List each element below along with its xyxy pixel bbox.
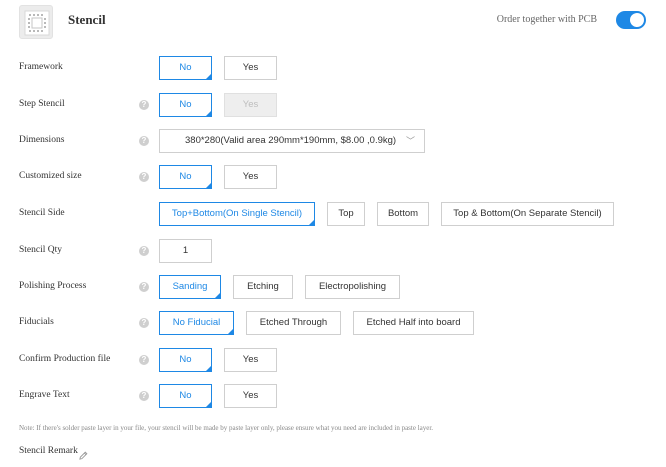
customized-size-yes-option[interactable]: Yes [224, 165, 277, 189]
framework-label: Framework [19, 62, 63, 72]
customized-size-no-option[interactable]: No [159, 165, 212, 189]
row-customized-size: Customized size ? No Yes [0, 165, 666, 189]
polishing-process-label: Polishing Process [19, 281, 87, 291]
confirm-production-file-label: Confirm Production file [19, 354, 111, 364]
fiducials-label: Fiducials [19, 317, 54, 327]
stencil-qty-label: Stencil Qty [19, 245, 63, 255]
step-stencil-no-option[interactable]: No [159, 93, 212, 117]
row-stencil-side: Stencil Side Top+Bottom(On Single Stenci… [0, 202, 666, 226]
stencil-qty-input[interactable]: 1 [159, 239, 212, 263]
row-stencil-qty: Stencil Qty ? 1 [0, 239, 666, 263]
stencil-side-top-bottom-separate-option[interactable]: Top & Bottom(On Separate Stencil) [441, 202, 614, 226]
chevron-down-icon: ﹀ [405, 136, 415, 146]
engrave-text-label: Engrave Text [19, 390, 70, 400]
dimensions-value: 380*280(Valid area 290mm*190mm, $8.00 ,0… [185, 135, 397, 146]
row-dimensions: Dimensions ? 380*280(Valid area 290mm*19… [0, 129, 666, 153]
row-step-stencil: Step Stencil ? No Yes [0, 93, 666, 117]
row-framework: Framework No Yes [0, 56, 666, 80]
order-together-toggle[interactable] [616, 11, 646, 29]
help-icon[interactable]: ? [139, 355, 149, 365]
fiducials-etched-half-option[interactable]: Etched Half into board [353, 311, 474, 335]
step-stencil-label: Step Stencil [19, 99, 65, 109]
polishing-electropolishing-option[interactable]: Electropolishing [305, 275, 400, 299]
polishing-etching-option[interactable]: Etching [233, 275, 293, 299]
paste-layer-note: Note: If there's solder paste layer in y… [19, 424, 434, 432]
help-icon[interactable]: ? [139, 282, 149, 292]
fiducials-etched-through-option[interactable]: Etched Through [246, 311, 341, 335]
polishing-sanding-option[interactable]: Sanding [159, 275, 221, 299]
stencil-side-top-option[interactable]: Top [327, 202, 365, 226]
stencil-icon [19, 5, 53, 39]
dimensions-select[interactable]: 380*280(Valid area 290mm*190mm, $8.00 ,0… [159, 129, 425, 153]
help-icon[interactable]: ? [139, 318, 149, 328]
toggle-knob [630, 13, 644, 27]
stencil-side-label: Stencil Side [19, 208, 65, 218]
help-icon[interactable]: ? [139, 391, 149, 401]
confirm-production-no-option[interactable]: No [159, 348, 212, 372]
dimensions-label: Dimensions [19, 135, 65, 145]
page-title: Stencil [68, 12, 106, 27]
help-icon[interactable]: ? [139, 100, 149, 110]
stencil-remark-label: Stencil Remark [19, 446, 78, 456]
framework-yes-option[interactable]: Yes [224, 56, 277, 80]
step-stencil-yes-option: Yes [224, 93, 277, 117]
help-icon[interactable]: ? [139, 246, 149, 256]
help-icon[interactable]: ? [139, 172, 149, 182]
row-fiducials: Fiducials ? No Fiducial Etched Through E… [0, 311, 666, 335]
confirm-production-yes-option[interactable]: Yes [224, 348, 277, 372]
row-confirm-production-file: Confirm Production file ? No Yes [0, 348, 666, 372]
customized-size-label: Customized size [19, 171, 82, 181]
row-engrave-text: Engrave Text ? No Yes [0, 384, 666, 408]
framework-no-option[interactable]: No [159, 56, 212, 80]
help-icon[interactable]: ? [139, 136, 149, 146]
stencil-side-top-bottom-single-option[interactable]: Top+Bottom(On Single Stencil) [159, 202, 315, 226]
stencil-side-bottom-option[interactable]: Bottom [377, 202, 429, 226]
row-polishing-process: Polishing Process ? Sanding Etching Elec… [0, 275, 666, 299]
engrave-text-yes-option[interactable]: Yes [224, 384, 277, 408]
fiducials-no-fiducial-option[interactable]: No Fiducial [159, 311, 234, 335]
engrave-text-no-option[interactable]: No [159, 384, 212, 408]
pencil-icon[interactable] [79, 447, 88, 465]
order-together-label: Order together with PCB [496, 14, 597, 25]
